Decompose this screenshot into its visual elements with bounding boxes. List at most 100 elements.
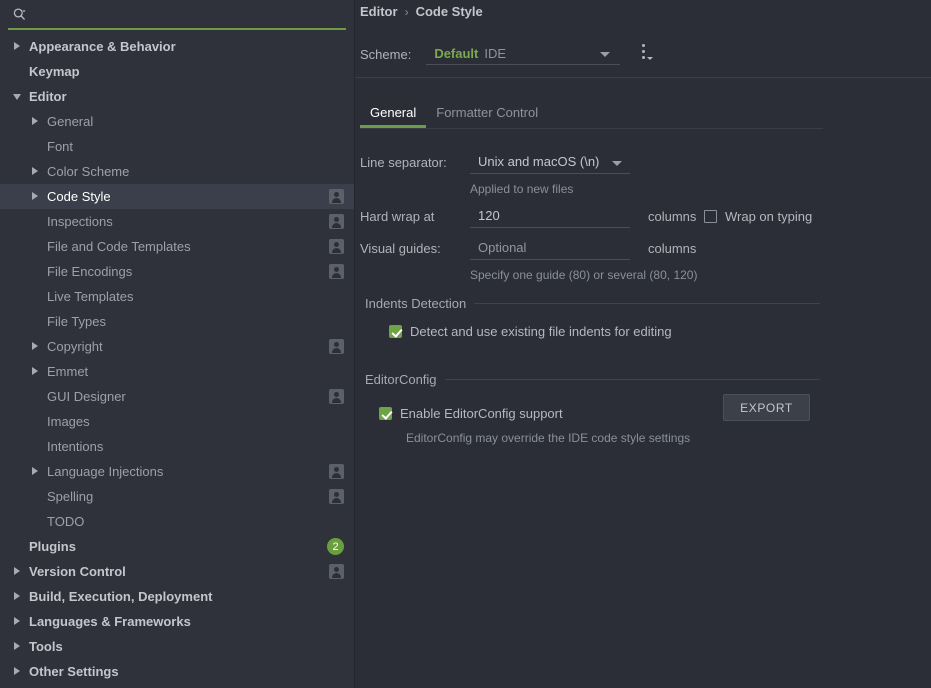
scheme-dropdown[interactable]: Default IDE (426, 43, 620, 65)
tab-formatter-control[interactable]: Formatter Control (426, 105, 548, 128)
chevron-right-icon[interactable] (30, 190, 43, 203)
sidebar-item-label: Color Scheme (47, 164, 129, 179)
breadcrumb-current: Code Style (416, 4, 483, 19)
chevron-right-icon[interactable] (30, 365, 43, 378)
kebab-dot (642, 56, 645, 59)
sidebar-item-label: Version Control (29, 564, 126, 579)
visual-guides-unit: columns (648, 241, 696, 256)
sidebar-item-label: Tools (29, 639, 63, 654)
tree-indent-spacer (30, 415, 43, 428)
scheme-value-name: Default (434, 46, 478, 61)
sidebar-item-editor[interactable]: Editor (0, 84, 354, 109)
scheme-label: Scheme: (360, 47, 411, 62)
sidebar-item-images[interactable]: Images (0, 409, 354, 434)
chevron-right-icon[interactable] (12, 590, 25, 603)
chevron-right-icon[interactable] (12, 640, 25, 653)
checkbox-box[interactable] (704, 210, 717, 223)
sidebar-item-live-templates[interactable]: Live Templates (0, 284, 354, 309)
sidebar-item-copyright[interactable]: Copyright (0, 334, 354, 359)
hard-wrap-label: Hard wrap at (360, 209, 470, 224)
person-body (332, 473, 341, 478)
hard-wrap-unit: columns (648, 209, 696, 224)
checkbox-box[interactable] (389, 325, 402, 338)
chevron-right-icon[interactable] (12, 565, 25, 578)
sidebar-item-label: TODO (47, 514, 84, 529)
tree-indent-spacer (30, 290, 43, 303)
chevron-down-icon (612, 161, 622, 166)
chevron-right-icon[interactable] (12, 40, 25, 53)
sidebar-item-emmet[interactable]: Emmet (0, 359, 354, 384)
sidebar-item-color-scheme[interactable]: Color Scheme (0, 159, 354, 184)
export-button[interactable]: EXPORT (723, 394, 810, 421)
settings-tree[interactable]: Appearance & BehaviorKeymapEditor General… (0, 30, 354, 684)
wrap-on-typing-checkbox[interactable]: Wrap on typing (704, 209, 812, 224)
breadcrumb-parent[interactable]: Editor (360, 4, 398, 19)
chevron-right-icon[interactable] (30, 165, 43, 178)
sidebar-item-appearance-behavior[interactable]: Appearance & Behavior (0, 34, 354, 59)
tree-indent-spacer (30, 515, 43, 528)
sidebar-item-label: Languages & Frameworks (29, 614, 191, 629)
chevron-down-icon[interactable] (12, 90, 25, 103)
sidebar-item-file-encodings[interactable]: File Encodings (0, 259, 354, 284)
sidebar-item-inspections[interactable]: Inspections (0, 209, 354, 234)
sidebar-item-label: Live Templates (47, 289, 133, 304)
tab-general[interactable]: General (360, 105, 426, 128)
tab-bar[interactable]: GeneralFormatter Control (360, 96, 548, 128)
sidebar-item-code-style[interactable]: Code Style (0, 184, 354, 209)
sidebar-item-label: File Encodings (47, 264, 132, 279)
triangle-glyph (14, 617, 20, 625)
sidebar-item-build-execution-deployment[interactable]: Build, Execution, Deployment (0, 584, 354, 609)
triangle-glyph (14, 592, 20, 600)
sidebar-item-plugins[interactable]: Plugins2 (0, 534, 354, 559)
search-box[interactable] (8, 0, 346, 30)
sidebar-item-general[interactable]: General (0, 109, 354, 134)
sidebar-item-tools[interactable]: Tools (0, 634, 354, 659)
line-separator-dropdown[interactable]: Unix and macOS (\n) (470, 151, 630, 174)
kebab-menu-icon[interactable] (638, 42, 656, 62)
sidebar-item-keymap[interactable]: Keymap (0, 59, 354, 84)
person-icon (329, 264, 344, 279)
chevron-right-icon[interactable] (30, 340, 43, 353)
sidebar-item-file-types[interactable]: File Types (0, 309, 354, 334)
chevron-right-icon[interactable] (12, 665, 25, 678)
chevron-down-icon (647, 57, 653, 60)
sidebar-item-language-injections[interactable]: Language Injections (0, 459, 354, 484)
sidebar-item-label: GUI Designer (47, 389, 126, 404)
chevron-right-icon[interactable] (30, 115, 43, 128)
hard-wrap-row: Hard wrap at 120 columns Wrap on typing (360, 200, 820, 232)
hard-wrap-input[interactable]: 120 (470, 205, 630, 228)
line-separator-hint: Applied to new files (360, 178, 820, 200)
triangle-glyph (13, 94, 21, 100)
search-input[interactable] (28, 3, 346, 25)
sidebar-item-version-control[interactable]: Version Control (0, 559, 354, 584)
person-icon (329, 214, 344, 229)
triangle-glyph (32, 342, 38, 350)
sidebar-item-gui-designer[interactable]: GUI Designer (0, 384, 354, 409)
editorconfig-title: EditorConfig (365, 372, 437, 387)
person-head (334, 392, 339, 397)
sidebar-item-other-settings[interactable]: Other Settings (0, 659, 354, 684)
sidebar-item-intentions[interactable]: Intentions (0, 434, 354, 459)
sidebar-item-todo[interactable]: TODO (0, 509, 354, 534)
scheme-value-scope: IDE (484, 46, 506, 61)
sidebar-item-spelling[interactable]: Spelling (0, 484, 354, 509)
tree-indent-spacer (30, 490, 43, 503)
sidebar-item-label: Images (47, 414, 90, 429)
chevron-right-icon[interactable] (12, 615, 25, 628)
triangle-glyph (32, 467, 38, 475)
sidebar-item-label: Code Style (47, 189, 111, 204)
sidebar-item-label: Spelling (47, 489, 93, 504)
sidebar-item-font[interactable]: Font (0, 134, 354, 159)
detect-indents-checkbox[interactable]: Detect and use existing file indents for… (365, 312, 820, 339)
chevron-right-icon[interactable] (30, 465, 43, 478)
checkbox-box[interactable] (379, 407, 392, 420)
visual-guides-input[interactable]: Optional (470, 237, 630, 260)
line-separator-row: Line separator: Unix and macOS (\n) (360, 146, 820, 178)
tree-indent-spacer (30, 265, 43, 278)
indents-detection-title: Indents Detection (365, 296, 466, 311)
sidebar-item-file-and-code-templates[interactable]: File and Code Templates (0, 234, 354, 259)
visual-guides-label: Visual guides: (360, 241, 470, 256)
sidebar-item-label: General (47, 114, 93, 129)
editorconfig-hint: EditorConfig may override the IDE code s… (365, 421, 820, 445)
sidebar-item-languages-frameworks[interactable]: Languages & Frameworks (0, 609, 354, 634)
